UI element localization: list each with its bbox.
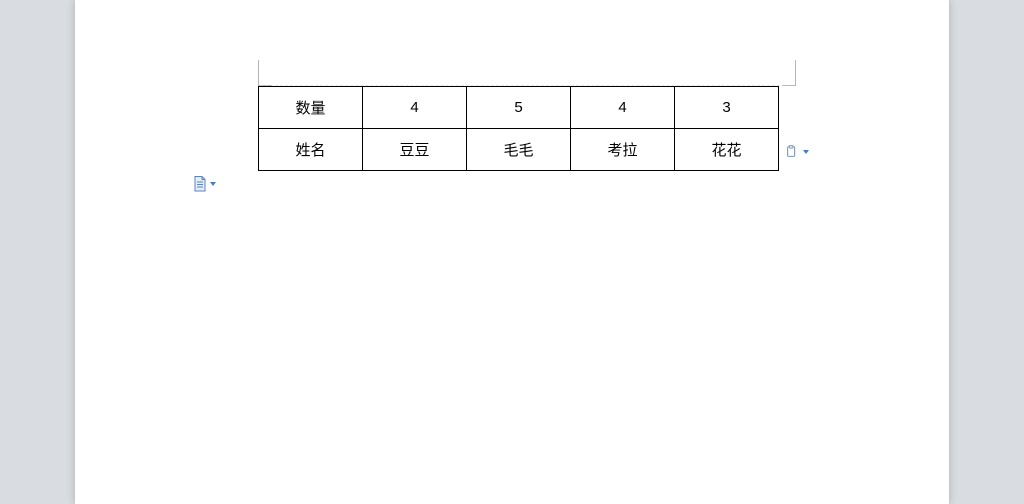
paste-options-dropdown-arrow[interactable] bbox=[803, 150, 809, 154]
table-cell[interactable]: 考拉 bbox=[571, 129, 675, 171]
table-row[interactable]: 姓名 豆豆 毛毛 考拉 花花 bbox=[259, 129, 779, 171]
row-label[interactable]: 姓名 bbox=[259, 129, 363, 171]
clipboard-icon bbox=[785, 145, 799, 159]
document-options-button[interactable] bbox=[193, 176, 207, 192]
margin-corner-left bbox=[258, 60, 272, 86]
margin-corner-right bbox=[782, 60, 796, 86]
table-cell[interactable]: 3 bbox=[675, 87, 779, 129]
table-cell[interactable]: 豆豆 bbox=[363, 129, 467, 171]
data-table[interactable]: 数量 4 5 4 3 姓名 豆豆 毛毛 考拉 花花 bbox=[258, 86, 779, 171]
table-cell[interactable]: 4 bbox=[363, 87, 467, 129]
row-label[interactable]: 数量 bbox=[259, 87, 363, 129]
table-cell[interactable]: 毛毛 bbox=[467, 129, 571, 171]
document-icon bbox=[193, 176, 207, 192]
table-cell[interactable]: 5 bbox=[467, 87, 571, 129]
document-options-dropdown-arrow[interactable] bbox=[210, 182, 216, 186]
document-page: 数量 4 5 4 3 姓名 豆豆 毛毛 考拉 花花 bbox=[75, 0, 949, 504]
table-cell[interactable]: 花花 bbox=[675, 129, 779, 171]
table-row[interactable]: 数量 4 5 4 3 bbox=[259, 87, 779, 129]
table-cell[interactable]: 4 bbox=[571, 87, 675, 129]
paste-options-button[interactable] bbox=[783, 143, 801, 161]
